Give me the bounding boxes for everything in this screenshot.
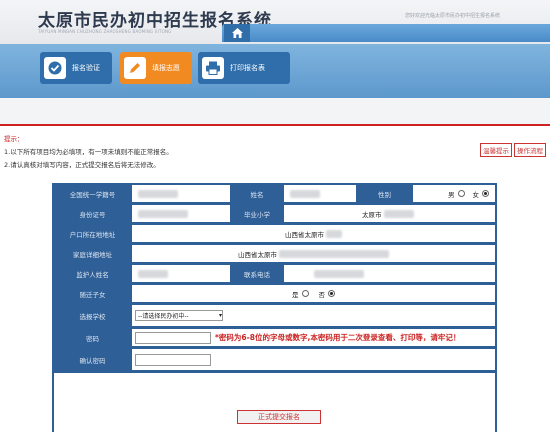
confirm-password-field (132, 349, 495, 370)
verify-button[interactable]: 报名验证 (40, 52, 112, 84)
pencil-icon (124, 57, 146, 79)
home-icon (231, 28, 243, 38)
student-id-label: 全国统一学籍号 (54, 185, 131, 202)
password-hint: *密码为6-8位的字母或数字,本密码用于二次登录查看、打印等，请牢记！ (215, 333, 461, 342)
site-subtitle: TAIYUAN MINBAN CHUZHONG ZHAOSHENG BAOMIN… (38, 29, 172, 34)
form-row: 户口所在地地址 山西省太原市 (52, 223, 497, 243)
reminder-button[interactable]: 温馨提示 (480, 143, 512, 157)
submit-button[interactable]: 正式提交报名 (237, 410, 321, 424)
printer-icon (202, 57, 224, 79)
form-row: 随迁子女 是 否 (52, 283, 497, 303)
confirm-password-label: 确认密码 (54, 349, 131, 370)
address-label: 家庭详细地址 (54, 245, 131, 262)
migrant-field: 是 否 (132, 285, 495, 302)
address-field: 山西省太原市 (132, 245, 495, 262)
migrant-no-label: 否 (318, 290, 326, 299)
registration-form: 全国统一学籍号 姓名 性别 男 女 身份证号 毕业小学 太原市 户口所在地地址 … (52, 183, 497, 432)
notice-title: 提示： (4, 135, 24, 143)
gender-male-label: 男 (448, 190, 455, 199)
form-row: 家庭详细地址 山西省太原市 (52, 243, 497, 263)
print-button[interactable]: 打印报名表 (198, 52, 290, 84)
form-row: 监护人姓名 联系电话 (52, 263, 497, 283)
migrant-no-radio[interactable] (328, 290, 335, 297)
hukou-field: 山西省太原市 (132, 225, 495, 242)
password-label: 密码 (54, 329, 131, 346)
notice-block: 提示： 1.以下所有项目均为必填项，有一项未填则不能正常报名。 2.请认真核对填… (4, 133, 173, 172)
gender-male-radio[interactable] (457, 190, 465, 197)
notice-line-2: 2.请认真核对填写内容，正式提交报名后将无法修改。 (4, 161, 160, 169)
school-select[interactable]: --请选择民办初中-- ▾ (135, 310, 223, 321)
fill-form-button[interactable]: 填报志愿 (120, 52, 192, 84)
guardian-field[interactable] (132, 265, 230, 282)
migrant-yes-label: 是 (292, 290, 299, 299)
phone-label: 联系电话 (231, 265, 283, 282)
print-label: 打印报名表 (230, 64, 265, 72)
top-nav-bar (222, 24, 550, 42)
id-card-label: 身份证号 (54, 205, 131, 222)
verify-label: 报名验证 (72, 64, 100, 72)
form-row: 确认密码 (52, 347, 497, 371)
side-buttons: 温馨提示 操作流程 (480, 143, 546, 157)
primary-school-value: 太原市 (362, 210, 382, 219)
migrant-yes-radio[interactable] (301, 290, 309, 297)
form-row: 全国统一学籍号 姓名 性别 男 女 (52, 183, 497, 203)
form-row: 选报学校 --请选择民办初中-- ▾ (52, 303, 497, 327)
sub-header-band (0, 98, 550, 124)
password-input[interactable] (135, 331, 211, 344)
school-label: 选报学校 (54, 305, 131, 326)
gender-field: 男 女 (413, 185, 495, 202)
password-field: *密码为6-8位的字母或数字,本密码用于二次登录查看、打印等，请牢记！ (132, 329, 495, 346)
fill-form-label: 填报志愿 (152, 64, 180, 72)
form-row: 密码 *密码为6-8位的字母或数字,本密码用于二次登录查看、打印等，请牢记！ (52, 327, 497, 347)
student-id-field[interactable] (132, 185, 230, 202)
school-field: --请选择民办初中-- ▾ (132, 305, 495, 326)
chevron-down-icon: ▾ (218, 312, 222, 319)
primary-school-label: 毕业小学 (231, 205, 283, 222)
gender-label: 性别 (357, 185, 412, 202)
hukou-label: 户口所在地地址 (54, 225, 131, 242)
form-row: 身份证号 毕业小学 太原市 (52, 203, 497, 223)
welcome-text: 您好欢迎光临太原市民办初中招生报名系统 (404, 13, 500, 19)
address-value: 山西省太原市 (238, 250, 277, 259)
divider (0, 124, 550, 126)
gender-female-radio[interactable] (482, 190, 489, 197)
phone-field[interactable] (284, 265, 495, 282)
home-button[interactable] (224, 24, 250, 42)
gender-female-label: 女 (472, 190, 480, 199)
guardian-label: 监护人姓名 (54, 265, 131, 282)
confirm-password-input[interactable] (135, 353, 211, 366)
migrant-label: 随迁子女 (54, 285, 131, 302)
id-card-field[interactable] (132, 205, 230, 222)
name-field[interactable] (284, 185, 356, 202)
school-select-value: --请选择民办初中-- (138, 313, 189, 320)
guide-button[interactable]: 操作流程 (514, 143, 546, 157)
notice-line-1: 1.以下所有项目均为必填项，有一项未填则不能正常报名。 (4, 148, 173, 156)
primary-school-field: 太原市 (284, 205, 495, 222)
hukou-value: 山西省太原市 (285, 230, 324, 239)
check-icon (44, 57, 66, 79)
name-label: 姓名 (231, 185, 283, 202)
